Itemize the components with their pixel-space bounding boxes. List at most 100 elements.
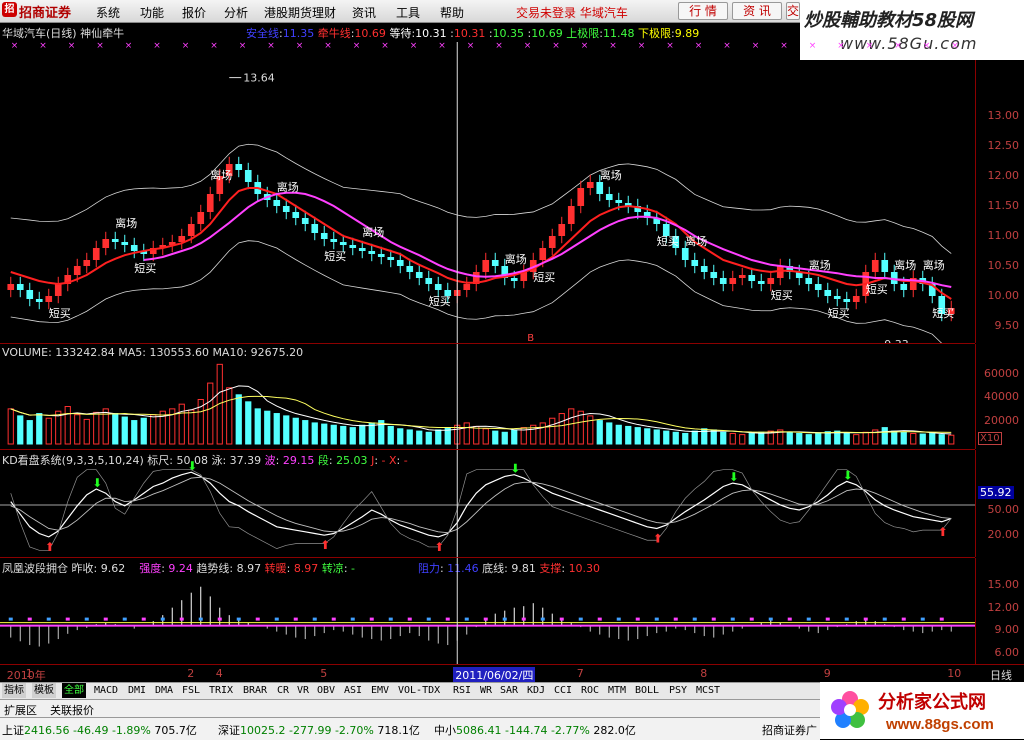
indicator-tab-17[interactable]: SAR bbox=[498, 683, 520, 698]
indicator-tab-20[interactable]: ROC bbox=[579, 683, 601, 698]
candle bbox=[434, 284, 442, 290]
phoenix-panel[interactable]: 凤凰波段拥仓 昨收: 9.62 强度: 9.24 趋势线: 8.97 转暖: 8… bbox=[0, 558, 975, 665]
indicator-tab-5[interactable]: DMA bbox=[153, 683, 175, 698]
phoenix-dot bbox=[901, 617, 906, 621]
volume-bar bbox=[359, 424, 366, 445]
kd-tick-label: 20.00 bbox=[987, 528, 1020, 542]
period-label[interactable]: 日线 bbox=[990, 667, 1012, 683]
menu-tools[interactable]: 工具 bbox=[396, 4, 420, 21]
indicator-tab-2[interactable]: 全部 bbox=[62, 683, 86, 698]
info-button[interactable]: 资 讯 bbox=[732, 2, 782, 20]
indicator-tab-19[interactable]: CCI bbox=[552, 683, 574, 698]
signal-marker: × bbox=[210, 41, 218, 51]
indicator-tab-18[interactable]: KDJ bbox=[525, 683, 547, 698]
date-tick-label: 8 bbox=[700, 667, 708, 680]
menu-news[interactable]: 资讯 bbox=[352, 4, 376, 21]
volume-bar bbox=[929, 432, 936, 445]
phoenix-dot bbox=[616, 617, 621, 621]
signal-marker: × bbox=[381, 41, 389, 51]
indicator-tab-4[interactable]: DMI bbox=[126, 683, 148, 698]
indicator-tab-3[interactable]: MACD bbox=[92, 683, 120, 698]
menu-analysis[interactable]: 分析 bbox=[224, 4, 248, 21]
indicator-tab-13[interactable]: EMV bbox=[369, 683, 391, 698]
buy-signal-label: 短买 bbox=[866, 282, 888, 296]
signal-marker: × bbox=[894, 41, 902, 51]
candle bbox=[330, 239, 338, 242]
buy-arrow-icon: ⬆ bbox=[653, 531, 663, 545]
candle bbox=[577, 188, 585, 206]
indicator-tab-21[interactable]: MTM bbox=[606, 683, 628, 698]
volume-bar bbox=[644, 428, 651, 445]
candle bbox=[681, 248, 689, 260]
indicator-tab-1[interactable]: 模板 bbox=[32, 683, 56, 698]
phoenix-dot bbox=[293, 617, 298, 621]
indicator-tab-24[interactable]: MCST bbox=[694, 683, 722, 698]
indicator-tab-11[interactable]: OBV bbox=[315, 683, 337, 698]
indicator-tab-7[interactable]: TRIX bbox=[207, 683, 235, 698]
indicator-tab-14[interactable]: VOL-TDX bbox=[396, 683, 442, 698]
signal-marker: × bbox=[752, 41, 760, 51]
signal-marker: × bbox=[96, 41, 104, 51]
buy-arrow-icon: ⬆ bbox=[45, 540, 55, 554]
index-quote-1[interactable]: 深证10025.2 -277.99 -2.70% 718.1亿 bbox=[218, 722, 420, 738]
exit-signal-label: 离场 bbox=[600, 168, 622, 182]
volume-bar bbox=[226, 387, 233, 445]
indicator-tab-10[interactable]: VR bbox=[295, 683, 311, 698]
brand-88gs: 分析家公式网 www.88gs.com bbox=[820, 682, 1024, 739]
volume-panel[interactable]: VOLUME: 133242.84 MA5: 130553.60 MA10: 9… bbox=[0, 344, 975, 450]
price-tick-label: 10.00 bbox=[987, 289, 1020, 302]
signal-marker: × bbox=[467, 41, 475, 51]
menu-quote[interactable]: 报价 bbox=[182, 4, 206, 21]
indicator-tab-0[interactable]: 指标 bbox=[2, 683, 26, 698]
extend-area-tab[interactable]: 扩展区 bbox=[4, 702, 37, 718]
candle bbox=[814, 284, 822, 290]
indicator-tab-9[interactable]: CR bbox=[275, 683, 291, 698]
indicator-tab-12[interactable]: ASI bbox=[342, 683, 364, 698]
menu-help[interactable]: 帮助 bbox=[440, 4, 464, 21]
volume-tick-label: 60000 bbox=[984, 366, 1019, 380]
volume-bar bbox=[140, 417, 147, 445]
volume-bar bbox=[653, 429, 660, 445]
indicator-tab-8[interactable]: BRAR bbox=[241, 683, 269, 698]
menu-system[interactable]: 系统 bbox=[96, 4, 120, 21]
band-line-upper bbox=[10, 143, 952, 254]
brand-url: www.88gs.com bbox=[886, 716, 994, 733]
quote-button[interactable]: 行 情 bbox=[678, 2, 728, 20]
phoenix-dot bbox=[673, 617, 678, 621]
phoenix-dot bbox=[426, 617, 431, 621]
candle bbox=[729, 278, 737, 284]
candle bbox=[757, 281, 765, 284]
phoenix-dot bbox=[635, 617, 640, 621]
volume-bar bbox=[425, 431, 432, 445]
volume-bar bbox=[919, 433, 926, 445]
volume-ma10-line bbox=[10, 395, 952, 434]
candle bbox=[83, 260, 91, 266]
indicator-tab-6[interactable]: FSL bbox=[180, 683, 202, 698]
candle bbox=[102, 239, 110, 248]
indicator-tab-15[interactable]: RSI bbox=[451, 683, 473, 698]
volume-bar bbox=[720, 431, 727, 445]
menu-function[interactable]: 功能 bbox=[140, 4, 164, 21]
signal-marker: × bbox=[609, 41, 617, 51]
indicator-tab-16[interactable]: WR bbox=[478, 683, 494, 698]
linked-quote-tab[interactable]: 关联报价 bbox=[50, 702, 94, 718]
candle bbox=[73, 266, 81, 275]
index-quote-0[interactable]: 上证2416.56 -46.49 -1.89% 705.7亿 bbox=[2, 722, 197, 738]
kd-panel[interactable]: KD看盘系统(9,3,3,5,10,24) 标尺: 50.08 泳: 37.39… bbox=[0, 450, 975, 558]
volume-chart-svg bbox=[7, 344, 955, 449]
price-tick-label: 12.50 bbox=[987, 139, 1020, 152]
buy-signal-label: 短买 bbox=[828, 306, 850, 320]
candle bbox=[92, 248, 100, 260]
menu-hk-futures[interactable]: 港股期货理财 bbox=[264, 4, 336, 21]
index-quote-2[interactable]: 中小5086.41 -144.74 -2.77% 282.0亿 bbox=[434, 722, 636, 738]
indicator-tab-23[interactable]: PSY bbox=[667, 683, 689, 698]
volume-bar bbox=[273, 413, 280, 445]
price-tick-label: 10.50 bbox=[987, 259, 1020, 272]
phoenix-dot bbox=[597, 617, 602, 621]
indicator-tab-22[interactable]: BOLL bbox=[633, 683, 661, 698]
price-chart-panel[interactable]: 华域汽车(日线) 神仙牵牛 安全线:11.35 牵牛线:10.69 等待:10.… bbox=[0, 22, 975, 344]
volume-bar bbox=[302, 420, 309, 445]
trade-button[interactable]: 交 易 bbox=[786, 2, 800, 20]
date-tick-label: 5 bbox=[320, 667, 328, 680]
phoenix-dot bbox=[369, 617, 374, 621]
